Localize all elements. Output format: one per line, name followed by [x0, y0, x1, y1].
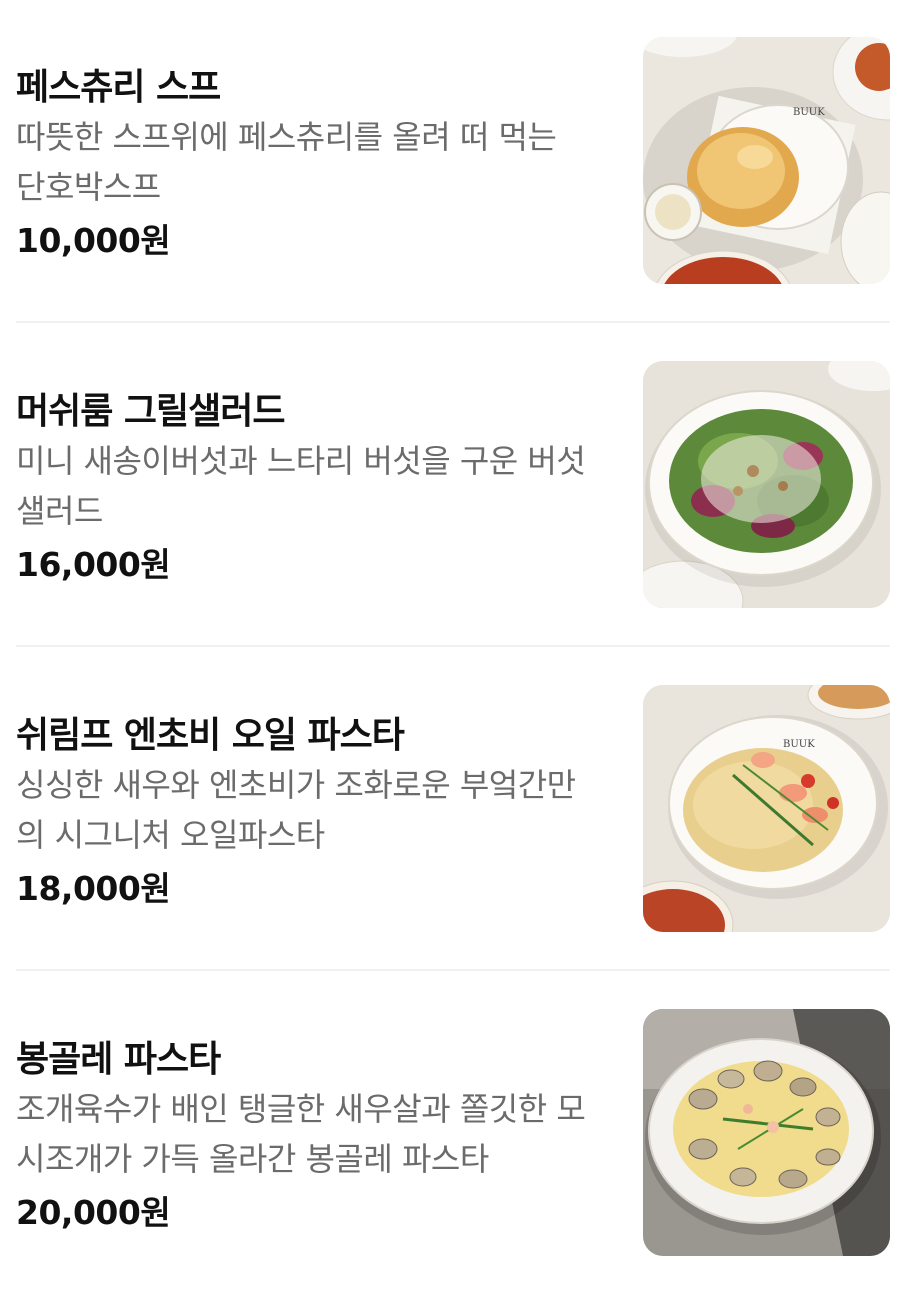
menu-list: 페스츄리 스프 따뜻한 스프위에 페스츄리를 올려 떠 먹는 단호박스프 10,… — [0, 0, 900, 1256]
menu-item-description: 싱싱한 새우와 엔초비가 조화로운 부엌간만 의 시그니처 오일파스타 — [16, 760, 616, 860]
menu-item-photo[interactable]: BUUK — [643, 37, 890, 284]
menu-item-description-line: 미니 새송이버섯과 느타리 버섯을 구운 버섯 — [16, 442, 586, 480]
menu-item-vongole-pasta[interactable]: 봉골레 파스타 조개육수가 배인 탱글한 새우살과 쫄깃한 모 시조개가 가득 … — [0, 972, 900, 1296]
plate-lettering: BUUK — [793, 107, 825, 118]
menu-item-description: 조개육수가 배인 탱글한 새우살과 쫄깃한 모 시조개가 가득 올라간 봉골레 … — [16, 1084, 616, 1184]
vongole-pasta-image — [643, 1009, 890, 1256]
menu-item-name: 쉬림프 엔초비 오일 파스타 — [16, 715, 405, 756]
menu-item-name: 머쉬룸 그릴샐러드 — [16, 391, 285, 432]
menu-item-price: 16,000원 — [16, 545, 171, 584]
menu-item-shrimp-pasta[interactable]: 쉬림프 엔초비 오일 파스타 싱싱한 새우와 엔초비가 조화로운 부엌간만 의 … — [0, 648, 900, 972]
menu-item-description: 따뜻한 스프위에 페스츄리를 올려 떠 먹는 단호박스프 — [16, 112, 616, 212]
plate-lettering: BUUK — [783, 739, 815, 750]
menu-item-name: 페스츄리 스프 — [16, 67, 221, 108]
divider — [16, 321, 890, 323]
menu-item-price: 20,000원 — [16, 1193, 171, 1232]
menu-item-name: 봉골레 파스타 — [16, 1039, 221, 1080]
shrimp-pasta-image: BUUK — [643, 685, 890, 932]
menu-item-photo[interactable] — [643, 361, 890, 608]
menu-item-description-line: 조개육수가 배인 탱글한 새우살과 쫄깃한 모 — [16, 1090, 586, 1128]
menu-item-description-line: 싱싱한 새우와 엔초비가 조화로운 부엌간만 — [16, 766, 576, 804]
menu-item-photo[interactable] — [643, 1009, 890, 1256]
menu-item-description-line: 의 시그니처 오일파스타 — [16, 816, 325, 854]
pastry-soup-image: BUUK — [643, 37, 890, 284]
menu-item-photo[interactable]: BUUK — [643, 685, 890, 932]
menu-item-mushroom-salad[interactable]: 머쉬룸 그릴샐러드 미니 새송이버섯과 느타리 버섯을 구운 버섯 샐러드 16… — [0, 324, 900, 648]
menu-item-description: 미니 새송이버섯과 느타리 버섯을 구운 버섯 샐러드 — [16, 436, 616, 536]
menu-item-pastry-soup[interactable]: 페스츄리 스프 따뜻한 스프위에 페스츄리를 올려 떠 먹는 단호박스프 10,… — [0, 0, 900, 324]
mushroom-salad-image — [643, 361, 890, 608]
divider — [16, 645, 890, 647]
menu-item-price: 18,000원 — [16, 869, 171, 908]
menu-item-description-line: 따뜻한 스프위에 페스츄리를 올려 떠 먹는 — [16, 118, 557, 156]
menu-item-description-line: 시조개가 가득 올라간 봉골레 파스타 — [16, 1140, 489, 1178]
menu-item-description-line: 단호박스프 — [16, 168, 161, 206]
menu-item-price: 10,000원 — [16, 221, 171, 260]
divider — [16, 969, 890, 971]
menu-item-description-line: 샐러드 — [16, 492, 103, 530]
